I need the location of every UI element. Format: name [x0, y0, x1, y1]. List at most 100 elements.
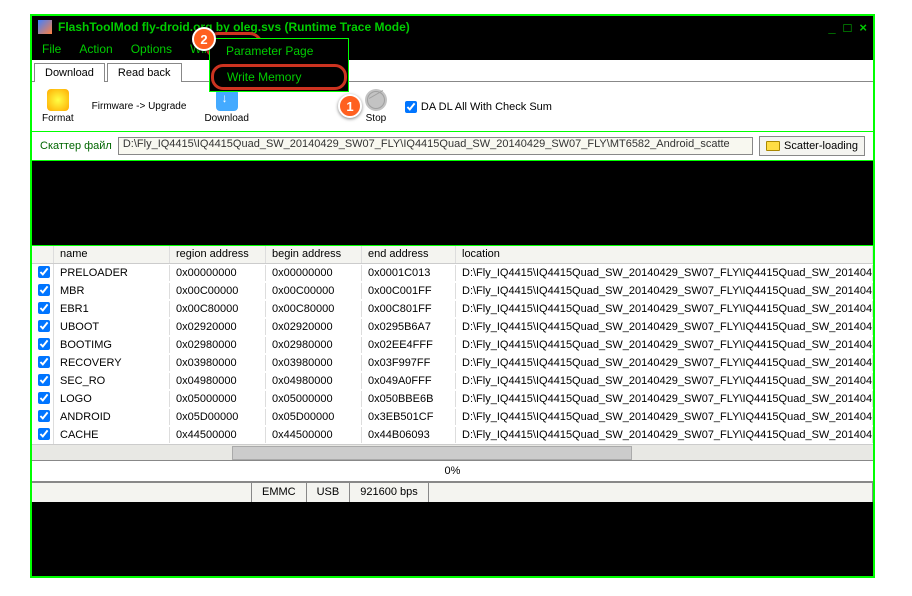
- cell-region: 0x00C00000: [170, 283, 266, 299]
- toolbar: Format Firmware -> Upgrade Download Stop…: [32, 82, 873, 132]
- maximize-button[interactable]: □: [844, 20, 852, 35]
- partition-grid: name region address begin address end ad…: [32, 246, 873, 460]
- grid-body: PRELOADER0x000000000x000000000x0001C013D…: [32, 264, 873, 444]
- tab-download[interactable]: Download: [34, 63, 105, 82]
- cell-name: UBOOT: [54, 319, 170, 335]
- row-checkbox[interactable]: [38, 284, 50, 296]
- minimize-button[interactable]: _: [828, 20, 835, 35]
- menu-item-parameter-page[interactable]: Parameter Page: [210, 39, 348, 63]
- menu-file[interactable]: File: [42, 42, 61, 56]
- cell-end: 0x00C001FF: [362, 283, 456, 299]
- progress-text: 0%: [445, 465, 461, 477]
- cell-begin: 0x03980000: [266, 355, 362, 371]
- download-button[interactable]: Download: [204, 89, 248, 124]
- scatter-row: Скаттер файл D:\Fly_IQ4415\IQ4415Quad_SW…: [32, 132, 873, 160]
- table-row[interactable]: CACHE0x445000000x445000000x44B06093D:\Fl…: [32, 426, 873, 444]
- cell-end: 0x3EB501CF: [362, 409, 456, 425]
- col-begin[interactable]: begin address: [266, 246, 362, 263]
- download-icon: [216, 89, 238, 111]
- row-checkbox[interactable]: [38, 374, 50, 386]
- table-row[interactable]: RECOVERY0x039800000x039800000x03F997FFD:…: [32, 354, 873, 372]
- menubar: File Action Options Window Help Paramete…: [32, 38, 873, 60]
- row-checkbox[interactable]: [38, 428, 50, 440]
- cell-name: BOOTIMG: [54, 337, 170, 353]
- cell-location: D:\Fly_IQ4415\IQ4415Quad_SW_20140429_SW0…: [456, 283, 873, 299]
- col-name[interactable]: name: [54, 246, 170, 263]
- table-row[interactable]: PRELOADER0x000000000x000000000x0001C013D…: [32, 264, 873, 282]
- cell-end: 0x02EE4FFF: [362, 337, 456, 353]
- status-emmc: EMMC: [252, 483, 307, 502]
- table-row[interactable]: EBR10x00C800000x00C800000x00C801FFD:\Fly…: [32, 300, 873, 318]
- da-dl-checkbox[interactable]: [405, 101, 417, 113]
- format-label: Format: [42, 113, 74, 124]
- cell-region: 0x03980000: [170, 355, 266, 371]
- cell-location: D:\Fly_IQ4415\IQ4415Quad_SW_20140429_SW0…: [456, 301, 873, 317]
- stop-icon: [365, 89, 387, 111]
- cell-begin: 0x05D00000: [266, 409, 362, 425]
- cell-region: 0x02980000: [170, 337, 266, 353]
- cell-begin: 0x44500000: [266, 427, 362, 443]
- window-title: FlashToolMod fly-droid.org by oleg.svs (…: [58, 20, 828, 34]
- table-row[interactable]: SEC_RO0x049800000x049800000x049A0FFFD:\F…: [32, 372, 873, 390]
- scatter-label: Скаттер файл: [40, 140, 112, 152]
- cell-location: D:\Fly_IQ4415\IQ4415Quad_SW_20140429_SW0…: [456, 373, 873, 389]
- app-window: FlashToolMod fly-droid.org by oleg.svs (…: [30, 14, 875, 578]
- format-icon: [47, 89, 69, 111]
- cell-end: 0x44B06093: [362, 427, 456, 443]
- cell-location: D:\Fly_IQ4415\IQ4415Quad_SW_20140429_SW0…: [456, 409, 873, 425]
- tab-read-back[interactable]: Read back: [107, 63, 182, 82]
- cell-name: MBR: [54, 283, 170, 299]
- cell-name: LOGO: [54, 391, 170, 407]
- cell-name: EBR1: [54, 301, 170, 317]
- app-icon: [38, 20, 52, 34]
- table-row[interactable]: ANDROID0x05D000000x05D000000x3EB501CFD:\…: [32, 408, 873, 426]
- table-row[interactable]: BOOTIMG0x029800000x029800000x02EE4FFFD:\…: [32, 336, 873, 354]
- cell-region: 0x00000000: [170, 265, 266, 281]
- col-end[interactable]: end address: [362, 246, 456, 263]
- col-region[interactable]: region address: [170, 246, 266, 263]
- row-checkbox[interactable]: [38, 338, 50, 350]
- cell-region: 0x44500000: [170, 427, 266, 443]
- scatter-path-input[interactable]: D:\Fly_IQ4415\IQ4415Quad_SW_20140429_SW0…: [118, 137, 753, 155]
- annotation-marker-2: 2: [192, 27, 216, 51]
- cell-location: D:\Fly_IQ4415\IQ4415Quad_SW_20140429_SW0…: [456, 319, 873, 335]
- cell-region: 0x00C80000: [170, 301, 266, 317]
- format-button[interactable]: Format: [42, 89, 74, 124]
- col-location[interactable]: location: [456, 246, 873, 263]
- cell-begin: 0x02920000: [266, 319, 362, 335]
- cell-region: 0x05D00000: [170, 409, 266, 425]
- da-dl-label: DA DL All With Check Sum: [421, 101, 552, 113]
- stop-button[interactable]: Stop: [365, 89, 387, 124]
- titlebar: FlashToolMod fly-droid.org by oleg.svs (…: [32, 16, 873, 38]
- row-checkbox[interactable]: [38, 266, 50, 278]
- cell-name: PRELOADER: [54, 265, 170, 281]
- cell-end: 0x00C801FF: [362, 301, 456, 317]
- table-row[interactable]: UBOOT0x029200000x029200000x0295B6A7D:\Fl…: [32, 318, 873, 336]
- status-baud: 921600 bps: [350, 483, 429, 502]
- tab-row: Download Read back: [32, 60, 873, 82]
- row-checkbox[interactable]: [38, 410, 50, 422]
- menu-options[interactable]: Options: [131, 42, 172, 56]
- grid-header: name region address begin address end ad…: [32, 246, 873, 264]
- horizontal-scrollbar[interactable]: [32, 444, 873, 460]
- scatter-loading-button[interactable]: Scatter-loading: [759, 136, 865, 156]
- row-checkbox[interactable]: [38, 302, 50, 314]
- cell-begin: 0x02980000: [266, 337, 362, 353]
- cell-begin: 0x00C80000: [266, 301, 362, 317]
- cell-location: D:\Fly_IQ4415\IQ4415Quad_SW_20140429_SW0…: [456, 355, 873, 371]
- firmware-upgrade-button[interactable]: Firmware -> Upgrade: [92, 101, 187, 112]
- menu-item-write-memory[interactable]: Write Memory: [211, 64, 347, 90]
- table-row[interactable]: MBR0x00C000000x00C000000x00C001FFD:\Fly_…: [32, 282, 873, 300]
- folder-icon: [766, 141, 780, 151]
- scrollbar-thumb[interactable]: [232, 446, 632, 460]
- row-checkbox[interactable]: [38, 320, 50, 332]
- cell-begin: 0x05000000: [266, 391, 362, 407]
- cell-end: 0x0001C013: [362, 265, 456, 281]
- table-row[interactable]: LOGO0x050000000x050000000x050BBE6BD:\Fly…: [32, 390, 873, 408]
- menu-action[interactable]: Action: [79, 42, 112, 56]
- row-checkbox[interactable]: [38, 392, 50, 404]
- download-label: Download: [204, 113, 248, 124]
- close-button[interactable]: ×: [859, 20, 867, 35]
- cell-name: CACHE: [54, 427, 170, 443]
- row-checkbox[interactable]: [38, 356, 50, 368]
